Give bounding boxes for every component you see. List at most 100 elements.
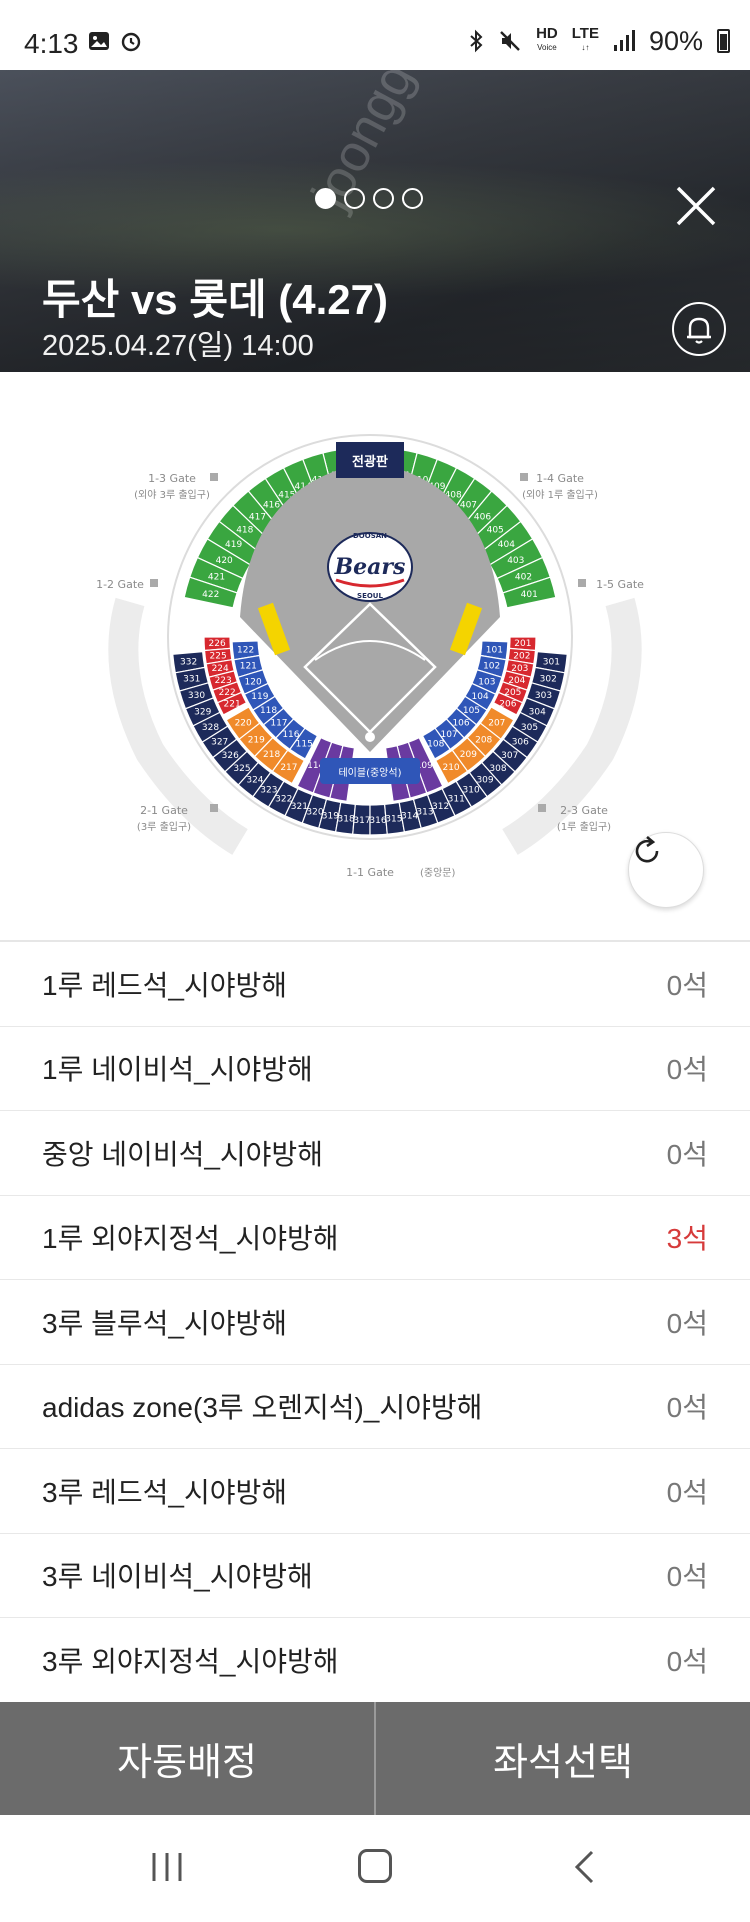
- section-number: 206: [499, 699, 516, 709]
- seat-remaining-count: 0석: [666, 1138, 708, 1170]
- section-number: 403: [507, 556, 524, 566]
- bears-logo: DOOSAN Bears SEOUL: [327, 532, 413, 602]
- seat-remaining-count: 0석: [666, 1645, 708, 1677]
- seat-grade-name: 1루 네이비석_시야방해: [42, 1054, 313, 1086]
- back-icon[interactable]: [572, 1849, 598, 1885]
- section-number: 307: [501, 751, 518, 761]
- seat-list-item[interactable]: 1루 네이비석_시야방해 0석: [0, 1027, 750, 1111]
- home-plate: [365, 732, 375, 742]
- section-number: 330: [188, 691, 205, 701]
- section-number: 329: [194, 707, 211, 717]
- seat-grade-name: 3루 네이비석_시야방해: [42, 1561, 313, 1593]
- refresh-button[interactable]: [628, 832, 704, 908]
- section-number: 416: [263, 501, 280, 511]
- svg-text:DOOSAN: DOOSAN: [353, 532, 387, 540]
- pager-dot[interactable]: [344, 188, 365, 209]
- seat-list-item[interactable]: 3루 네이비석_시야방해 0석: [0, 1534, 750, 1618]
- section-number: 405: [487, 526, 504, 536]
- section-number: 404: [498, 540, 515, 550]
- section-number: 325: [233, 764, 250, 774]
- battery-percent: 90%: [648, 25, 703, 56]
- seat-list-item[interactable]: 1루 외야지정석_시야방해 3석: [0, 1196, 750, 1280]
- seat-list-item[interactable]: 3루 블루석_시야방해 0석: [0, 1280, 750, 1365]
- lte-badge: LTE ↓↑: [571, 25, 599, 52]
- section-number: 117: [270, 719, 287, 729]
- section-number: 422: [202, 590, 219, 600]
- stadium-map[interactable]: 4124134144154164174184194204214224114104…: [0, 372, 750, 940]
- pager-dot[interactable]: [315, 188, 336, 209]
- gate-1-4-sub: (외야 1루 출입구): [522, 488, 598, 501]
- gate-2-1: 2-1 Gate: [140, 804, 188, 817]
- section-number: 101: [486, 646, 503, 656]
- section-number: 226: [209, 639, 226, 649]
- pager-dot[interactable]: [402, 188, 423, 209]
- status-icons: HD Voice LTE ↓↑ 90%: [468, 26, 730, 56]
- section-number: 401: [521, 590, 538, 600]
- section-number: 221: [224, 699, 241, 709]
- section-number: 308: [489, 764, 506, 774]
- home-icon[interactable]: [358, 1849, 392, 1883]
- section-number: 119: [251, 692, 268, 702]
- battery-icon: [717, 29, 730, 53]
- center-stand-label: 테이블(중앙석): [338, 767, 401, 779]
- section-number: 406: [474, 512, 491, 522]
- section-number: 328: [202, 723, 219, 733]
- close-icon[interactable]: [672, 182, 720, 230]
- seat-list-item[interactable]: adidas zone(3루 오렌지석)_시야방해 0석: [0, 1365, 750, 1449]
- seat-list-item[interactable]: 중앙 네이비석_시야방해 0석: [0, 1111, 750, 1196]
- section-number: 407: [460, 501, 477, 511]
- hd-voice-badge: HD Voice: [536, 25, 558, 52]
- seat-grade-name: 중앙 네이비석_시야방해: [42, 1138, 323, 1170]
- section-number: 207: [488, 719, 505, 729]
- gate-1-1-sub: (중앙문): [420, 867, 456, 879]
- status-time: 4:13: [24, 28, 79, 59]
- section-number: 420: [216, 556, 233, 566]
- section-number: 312: [432, 802, 449, 812]
- gate-1-3: 1-3 Gate: [148, 472, 196, 485]
- section-number: 332: [180, 658, 197, 668]
- section-number: 322: [275, 794, 292, 804]
- section-number: 417: [249, 512, 266, 522]
- seat-list-item[interactable]: 1루 레드석_시야방해 0석: [0, 942, 750, 1027]
- gate-2-3: 2-3 Gate: [560, 804, 608, 817]
- seat-remaining-count: 0석: [666, 1054, 708, 1086]
- svg-text:Bears: Bears: [334, 554, 406, 580]
- alarm-icon: [121, 32, 141, 52]
- section-number: 324: [246, 775, 263, 785]
- section-number: 120: [245, 677, 262, 687]
- section-number: 313: [416, 808, 433, 818]
- gate-1-5: 1-5 Gate: [596, 578, 644, 591]
- recent-apps-icon[interactable]: [150, 1851, 184, 1883]
- section-number: 217: [280, 763, 297, 773]
- section-number: 303: [535, 691, 552, 701]
- seat-list: 1루 레드석_시야방해 0석 1루 네이비석_시야방해 0석 중앙 네이비석_시야방해 0…: [0, 942, 750, 1703]
- section-number: 317: [353, 816, 370, 826]
- seat-select-button[interactable]: 좌석선택: [376, 1702, 750, 1815]
- seat-remaining-count: 0석: [666, 1476, 708, 1508]
- gate-2-3-sub: (1루 출입구): [557, 820, 611, 833]
- section-number: 418: [236, 526, 253, 536]
- section-number: 301: [543, 658, 560, 668]
- game-datetime: 2025.04.27(일) 14:00: [42, 330, 314, 362]
- game-title: 두산 vs 롯데 (4.27): [42, 276, 389, 323]
- gallery-icon: [89, 32, 109, 50]
- section-number: 218: [263, 750, 280, 760]
- section-number: 219: [248, 735, 265, 745]
- section-number: 118: [260, 706, 277, 716]
- system-nav-bar: [0, 1815, 750, 1922]
- mute-icon: [500, 31, 520, 51]
- seat-list-item[interactable]: 3루 레드석_시야방해 0석: [0, 1449, 750, 1534]
- bottom-action-bar: 자동배정 좌석선택: [0, 1702, 750, 1815]
- section-number: 310: [463, 786, 480, 796]
- section-number: 210: [442, 763, 459, 773]
- gate-1-3-sub: (외야 3루 출입구): [134, 488, 210, 501]
- notification-button[interactable]: [672, 302, 726, 356]
- section-number: 104: [472, 692, 489, 702]
- seat-list-item[interactable]: 3루 외야지정석_시야방해 0석: [0, 1618, 750, 1703]
- section-number: 327: [211, 737, 228, 747]
- pager-dot[interactable]: [373, 188, 394, 209]
- section-number: 302: [540, 675, 557, 685]
- section-number: 331: [183, 675, 200, 685]
- seat-remaining-count: 0석: [666, 1392, 708, 1424]
- auto-assign-button[interactable]: 자동배정: [0, 1702, 374, 1815]
